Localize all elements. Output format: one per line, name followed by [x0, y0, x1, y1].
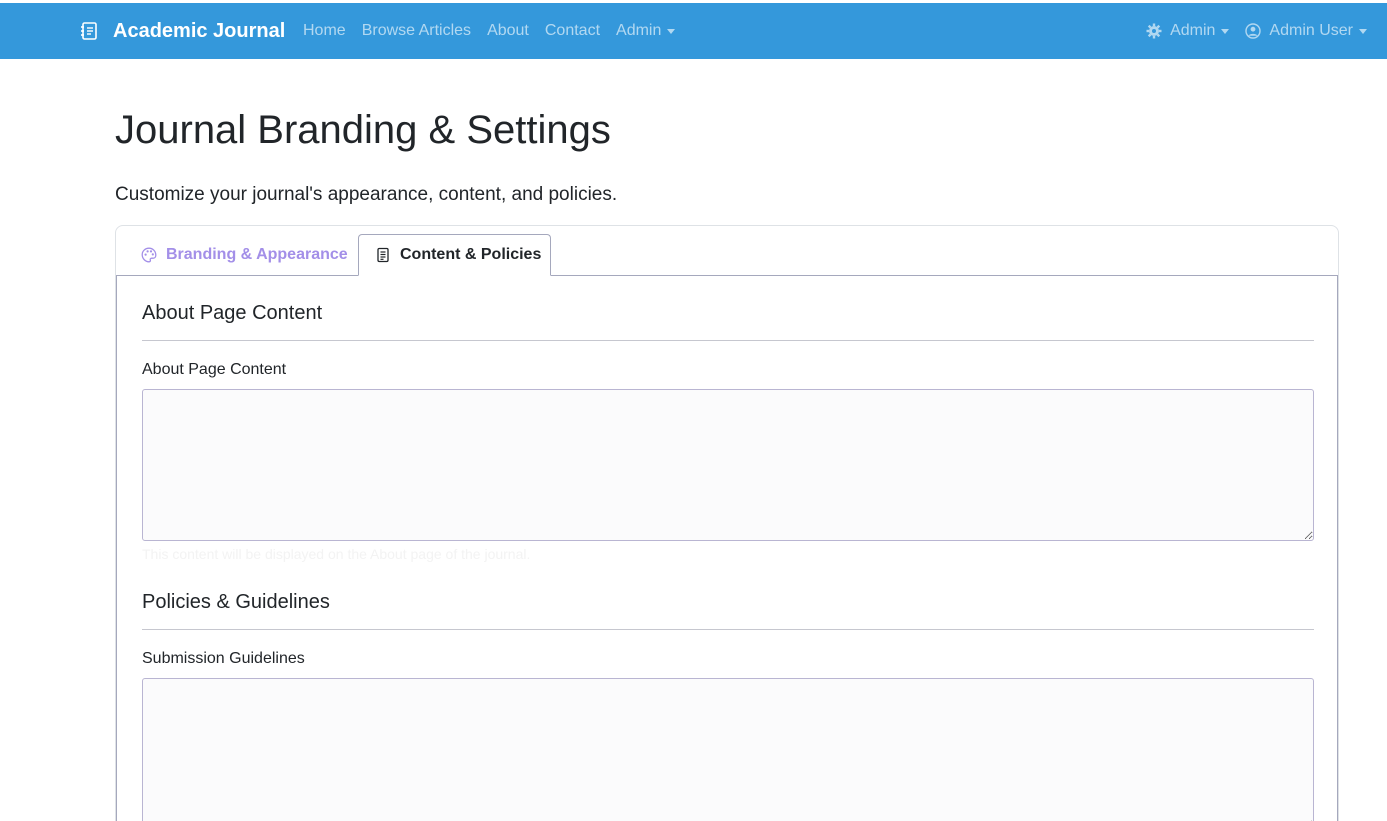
page-title: Journal Branding & Settings — [115, 108, 611, 152]
about-help-text: This content will be displayed on the Ab… — [142, 546, 531, 562]
nav-about[interactable]: About — [487, 22, 529, 40]
caret-down-icon — [667, 28, 676, 34]
brand-label: Academic Journal — [113, 19, 286, 42]
about-content-label: About Page Content — [142, 361, 287, 378]
policies-section-title: Policies & Guidelines — [142, 591, 330, 613]
caret-down-icon — [1359, 28, 1367, 34]
user-menu-label: Admin User — [1269, 22, 1353, 39]
gear-icon — [1146, 23, 1162, 39]
pane-border — [1337, 275, 1338, 821]
nav-admin-label: Admin — [616, 22, 662, 39]
brand-link[interactable]: Academic Journal — [79, 3, 285, 59]
tab-branding-appearance[interactable]: Branding & Appearance — [125, 234, 364, 276]
about-content-textarea[interactable] — [142, 389, 1314, 541]
page-subtitle: Customize your journal's appearance, con… — [115, 184, 618, 205]
journal-icon — [79, 21, 99, 41]
tab-content-label: Content & Policies — [400, 246, 542, 263]
user-circle-icon — [1245, 23, 1262, 39]
submission-guidelines-textarea[interactable] — [142, 678, 1314, 821]
admin-menu-dropdown[interactable]: Admin — [1146, 22, 1230, 40]
section-divider — [142, 629, 1314, 630]
main-nav: Home Browse Articles About Contact Admin — [303, 3, 691, 59]
section-divider — [142, 340, 1314, 341]
nav-admin-dropdown[interactable]: Admin — [616, 22, 676, 40]
document-icon — [375, 247, 391, 263]
nav-home[interactable]: Home — [303, 22, 346, 40]
nav-right: Admin Admin User — [1130, 3, 1367, 59]
admin-menu-label: Admin — [1170, 22, 1216, 39]
tab-content-policies[interactable]: Content & Policies — [358, 234, 551, 276]
tab-branding-label: Branding & Appearance — [166, 246, 348, 263]
nav-contact[interactable]: Contact — [545, 22, 600, 40]
settings-card: Branding & Appearance Content & Policies… — [115, 225, 1339, 821]
about-section-title: About Page Content — [142, 302, 323, 324]
palette-icon — [141, 247, 157, 263]
submission-guidelines-label: Submission Guidelines — [142, 650, 305, 667]
pane-border — [116, 275, 117, 821]
tab-divider — [116, 275, 1338, 276]
nav-browse-articles[interactable]: Browse Articles — [362, 22, 471, 40]
top-navbar: Academic Journal Home Browse Articles Ab… — [0, 3, 1387, 59]
user-menu-dropdown[interactable]: Admin User — [1245, 22, 1367, 40]
caret-down-icon — [1221, 28, 1230, 34]
